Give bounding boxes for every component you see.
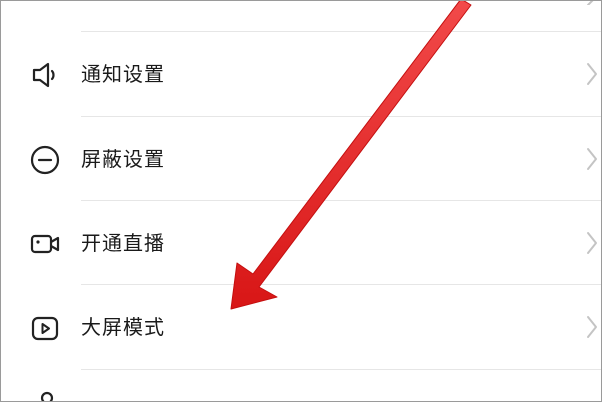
- block-minus-icon: [29, 144, 61, 176]
- chevron-right-icon: [585, 1, 599, 5]
- partial-bottom-icon: [35, 389, 59, 401]
- speaker-icon: [29, 59, 61, 91]
- menu-item-notification-settings[interactable]: 通知设置: [1, 32, 601, 116]
- play-screen-icon: [29, 312, 61, 344]
- chevron-right-icon: [585, 231, 599, 255]
- menu-item-label: 开通直播: [81, 231, 165, 255]
- chevron-right-icon: [585, 147, 599, 171]
- menu-item-label: 屏蔽设置: [81, 147, 165, 171]
- chevron-right-icon: [585, 62, 599, 86]
- partial-bottom-label: [81, 395, 167, 401]
- menu-divider: [81, 369, 601, 370]
- screenshot-frame: 通知设置 屏蔽设置 开通直播 大屏模式: [0, 0, 602, 402]
- menu-item-label: 大屏模式: [81, 315, 165, 339]
- chevron-right-icon: [585, 315, 599, 339]
- menu-item-block-settings[interactable]: 屏蔽设置: [1, 117, 601, 201]
- menu-item-label: 通知设置: [81, 62, 165, 86]
- menu-item-open-live-stream[interactable]: 开通直播: [1, 201, 601, 285]
- video-camera-icon: [29, 228, 61, 260]
- partial-top-icon: [29, 1, 61, 9]
- settings-menu-list: 通知设置 屏蔽设置 开通直播 大屏模式: [1, 1, 601, 401]
- menu-item-large-screen-mode[interactable]: 大屏模式: [1, 285, 601, 369]
